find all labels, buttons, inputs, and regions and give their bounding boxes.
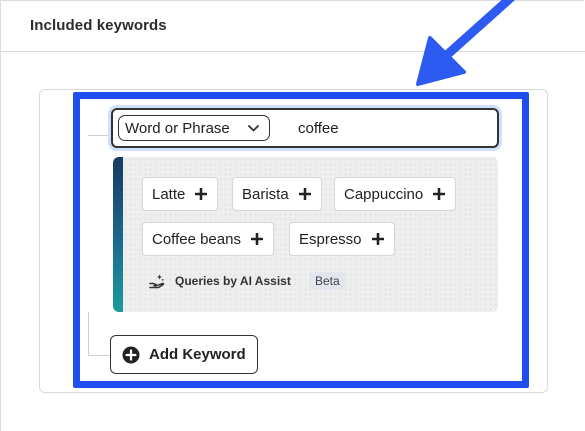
suggestion-chip-latte[interactable]: Latte xyxy=(142,177,219,211)
add-keyword-button[interactable]: Add Keyword xyxy=(110,335,258,374)
plus-icon xyxy=(298,188,311,200)
suggestion-chip-barista[interactable]: Barista xyxy=(232,177,322,211)
chip-label: Barista xyxy=(242,185,289,203)
plus-icon xyxy=(371,233,384,245)
chip-label: Coffee beans xyxy=(152,230,241,248)
keyword-query-row[interactable]: Word or Phrase xyxy=(111,108,499,148)
beta-badge: Beta xyxy=(309,272,346,290)
add-keyword-label: Add Keyword xyxy=(149,346,246,363)
suggestion-accent-bar xyxy=(113,157,123,312)
plus-circle-icon xyxy=(122,346,140,363)
chip-label: Latte xyxy=(152,185,186,203)
suggested-keywords-panel: Latte Barista Cappuccino Coffee beans Es… xyxy=(113,157,498,312)
section-title: Included keywords xyxy=(30,17,167,34)
plus-icon xyxy=(195,188,208,200)
annotation-arrow-icon xyxy=(416,0,516,86)
suggestion-chip-coffee-beans[interactable]: Coffee beans xyxy=(142,222,274,256)
suggestion-chip-cappuccino[interactable]: Cappuccino xyxy=(334,177,457,211)
keyword-input[interactable] xyxy=(298,120,488,137)
suggestion-chip-espresso[interactable]: Espresso xyxy=(289,222,395,256)
plus-icon xyxy=(433,188,446,200)
match-type-value: Word or Phrase xyxy=(125,120,230,137)
chip-label: Espresso xyxy=(299,230,362,248)
plus-icon xyxy=(250,233,263,245)
chip-label: Cappuccino xyxy=(344,185,424,203)
match-type-select[interactable]: Word or Phrase xyxy=(118,115,270,141)
chevron-down-icon xyxy=(248,125,259,132)
ai-assist-label: Queries by AI Assist xyxy=(175,274,291,288)
ai-assist-hand-icon xyxy=(149,274,165,289)
